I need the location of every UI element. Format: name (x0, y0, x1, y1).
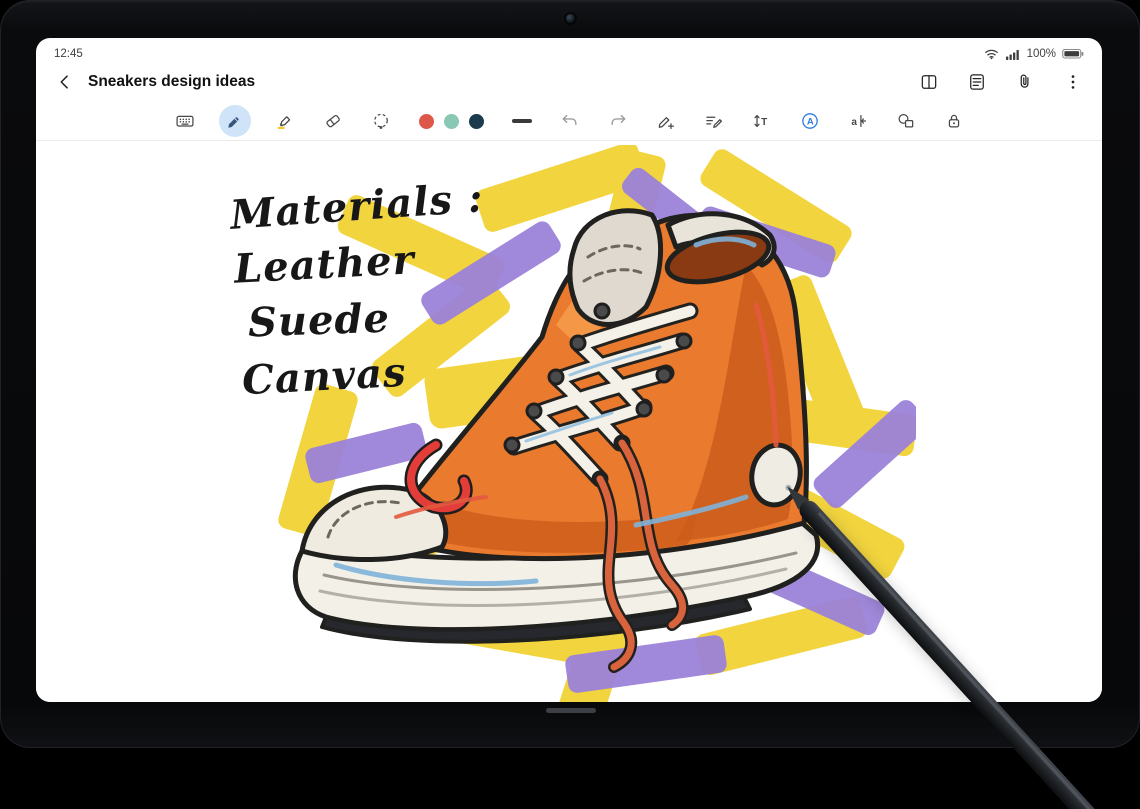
text-size-tool-button[interactable]: T (748, 107, 776, 135)
eraser-icon (325, 114, 340, 128)
add-pen-icon (658, 117, 674, 130)
convert-to-text-button[interactable]: A (796, 107, 824, 135)
cellular-signal-icon (1006, 49, 1021, 60)
straighten-handwriting-button[interactable] (700, 107, 728, 135)
color-swatch-mint[interactable] (443, 113, 459, 129)
split-view-button[interactable] (918, 71, 940, 93)
pen-lock-icon (948, 114, 959, 128)
convert-to-text-icon: A (801, 113, 818, 129)
note-canvas[interactable]: Materials : Leather Suede Canvas (36, 141, 1102, 702)
handwriting-line-canvas: Canvas (240, 348, 408, 405)
wifi-icon (984, 48, 1000, 60)
document-icon (970, 74, 984, 90)
app-bar: Sneakers design ideas (36, 62, 1102, 102)
handwriting-line-leather: Leather (232, 236, 416, 293)
undo-button[interactable] (556, 107, 584, 135)
color-swatch-coral[interactable] (418, 113, 434, 129)
status-bar: 12:45 100% (36, 38, 1102, 62)
redo-button[interactable] (604, 107, 632, 135)
color-swatches (418, 113, 484, 129)
pen-icon (228, 116, 239, 128)
color-swatch-navy[interactable] (468, 113, 484, 129)
attachment-button[interactable] (1014, 71, 1036, 93)
tablet-body: 12:45 100% Sneakers design ideas T A a M… (0, 0, 1140, 748)
split-view-icon (921, 75, 937, 89)
shapes-icon (898, 113, 913, 128)
keyboard-tool-button[interactable] (171, 107, 199, 135)
eraser-tool-button[interactable] (319, 107, 347, 135)
shape-recognition-button[interactable] (892, 107, 920, 135)
front-camera (566, 14, 575, 23)
svg-text:A: A (806, 117, 813, 128)
redo-icon (610, 114, 625, 126)
more-options-icon (1071, 75, 1075, 89)
straighten-icon (705, 116, 722, 128)
add-pen-tool-button[interactable] (652, 107, 680, 135)
drawing-toolbar: T A a (36, 102, 1102, 141)
svg-text:a: a (851, 117, 857, 128)
text-align-icon: a (851, 114, 866, 128)
lasso-icon (373, 113, 388, 129)
lasso-select-tool-button[interactable] (367, 107, 395, 135)
text-size-icon: T (753, 114, 767, 128)
handwriting-line-suede: Suede (247, 294, 391, 347)
text-align-tool-button[interactable]: a (844, 107, 872, 135)
svg-text:T: T (761, 117, 767, 128)
back-button[interactable] (54, 71, 76, 93)
battery-icon (1062, 48, 1084, 60)
keyboard-icon (175, 115, 194, 127)
screenshot-root: 12:45 100% Sneakers design ideas T A a M… (0, 0, 1140, 809)
home-indicator (546, 708, 596, 713)
attachment-icon (1020, 74, 1029, 88)
undo-icon (562, 114, 577, 126)
back-icon (60, 75, 68, 89)
highlighter-tool-button[interactable] (271, 107, 299, 135)
pen-lock-button[interactable] (940, 107, 968, 135)
clock: 12:45 (54, 48, 83, 60)
battery-percent: 100% (1026, 48, 1056, 60)
page-list-button[interactable] (966, 71, 988, 93)
tablet-screen: 12:45 100% Sneakers design ideas T A a M… (36, 38, 1102, 702)
more-options-button[interactable] (1062, 71, 1084, 93)
stroke-width-button[interactable] (508, 107, 536, 135)
highlighter-icon (277, 116, 290, 129)
stroke-width-icon (511, 118, 532, 124)
pen-tool-button[interactable] (218, 105, 251, 137)
note-title: Sneakers design ideas (88, 73, 256, 90)
